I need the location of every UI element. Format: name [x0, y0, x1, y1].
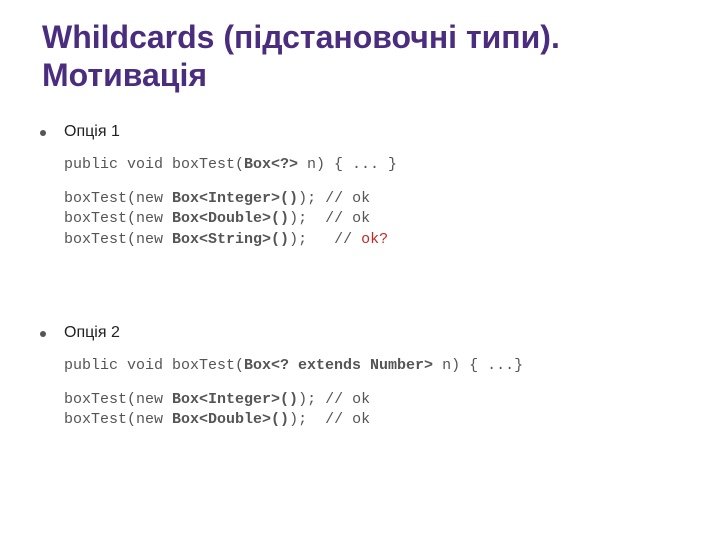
code-bold: Box<?>: [244, 156, 298, 173]
code-text: ); // ok: [298, 391, 370, 408]
code-bold: Box<Double>(): [172, 210, 289, 227]
page-title: Whildcards (підстановочні типи). Мотивац…: [42, 18, 680, 95]
code-text: ); //: [289, 231, 361, 248]
option-1: Опція 1 public void boxTest(Box<?> n) { …: [40, 123, 680, 296]
option-2-code: public void boxTest(Box<? extends Number…: [64, 356, 680, 431]
code-text: n) { ...}: [433, 357, 523, 374]
code-text: boxTest(new: [64, 190, 172, 207]
option-2: Опція 2 public void boxTest(Box<? extend…: [40, 324, 680, 431]
code-bold: Box<String>(): [172, 231, 289, 248]
code-bold: Box<Integer>(): [172, 190, 298, 207]
option-2-label: Опція 2: [64, 324, 680, 342]
code-text: public void boxTest(: [64, 156, 244, 173]
code-text: boxTest(new: [64, 231, 172, 248]
code-warn: ok?: [361, 231, 388, 248]
code-gap: [64, 376, 680, 390]
option-1-code: public void boxTest(Box<?> n) { ... } bo…: [64, 155, 680, 250]
code-text: n) { ... }: [298, 156, 397, 173]
code-bold: Box<? extends Number>: [244, 357, 433, 374]
code-text: ); // ok: [298, 190, 370, 207]
code-text: boxTest(new: [64, 391, 172, 408]
option-list: Опція 1 public void boxTest(Box<?> n) { …: [40, 123, 680, 431]
code-gap: [64, 175, 680, 189]
spacer: [64, 250, 680, 296]
code-text: boxTest(new: [64, 411, 172, 428]
code-bold: Box<Double>(): [172, 411, 289, 428]
code-bold: Box<Integer>(): [172, 391, 298, 408]
code-text: boxTest(new: [64, 210, 172, 227]
code-text: public void boxTest(: [64, 357, 244, 374]
code-text: ); // ok: [289, 411, 370, 428]
code-text: ); // ok: [289, 210, 370, 227]
option-1-label: Опція 1: [64, 123, 680, 141]
slide: Whildcards (підстановочні типи). Мотивац…: [0, 0, 720, 540]
